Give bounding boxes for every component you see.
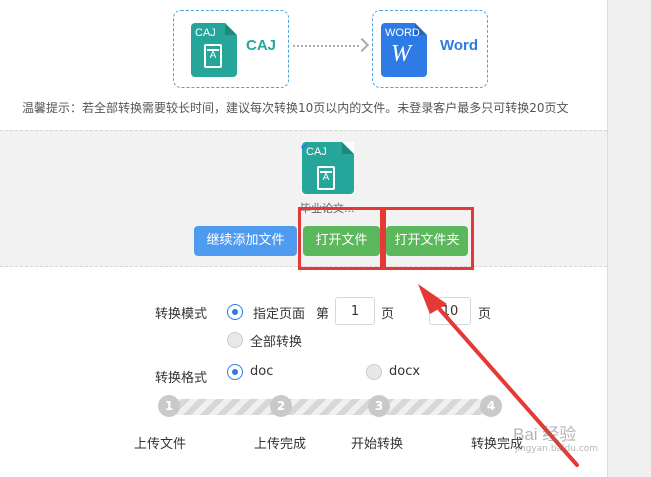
watermark-url: jingyan.baidu.com [515,444,599,454]
annotation-arrow-icon [418,284,579,467]
watermark-logo: Bai 经验 [513,425,577,444]
